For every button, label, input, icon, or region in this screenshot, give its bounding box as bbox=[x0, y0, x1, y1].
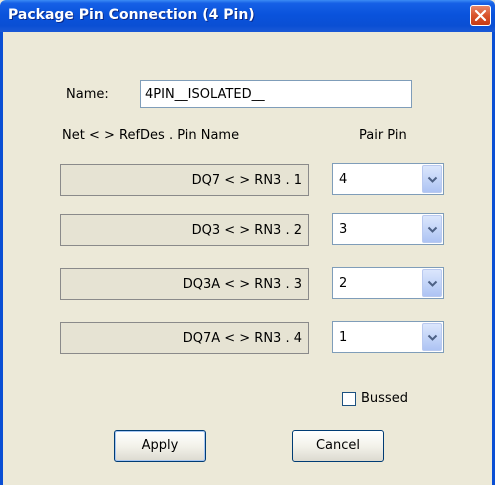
pair-pin-header: Pair Pin bbox=[359, 128, 407, 143]
title-bar[interactable]: Package Pin Connection (4 Pin) bbox=[0, 0, 495, 32]
pin-connection-label: DQ7A < > RN3 . 4 bbox=[60, 322, 309, 354]
pair-pin-select[interactable]: 3 bbox=[332, 213, 444, 245]
cancel-button[interactable]: Cancel bbox=[292, 430, 384, 462]
pair-pin-select[interactable]: 4 bbox=[332, 163, 444, 195]
dropdown-button[interactable] bbox=[422, 215, 442, 243]
chevron-down-icon bbox=[427, 176, 438, 183]
close-button[interactable] bbox=[470, 5, 491, 26]
pin-connection-label: DQ3A < > RN3 . 3 bbox=[60, 268, 309, 300]
chevron-down-icon bbox=[427, 334, 438, 341]
pair-pin-select[interactable]: 1 bbox=[332, 321, 444, 353]
pair-pin-value: 2 bbox=[339, 276, 348, 291]
pin-connection-label: DQ7 < > RN3 . 1 bbox=[60, 164, 309, 196]
dropdown-button[interactable] bbox=[422, 323, 442, 351]
window-title: Package Pin Connection (4 Pin) bbox=[8, 7, 255, 23]
pin-connection-label: DQ3 < > RN3 . 2 bbox=[60, 214, 309, 246]
window-border-left bbox=[0, 32, 3, 485]
name-label: Name: bbox=[66, 87, 109, 102]
apply-button[interactable]: Apply bbox=[114, 430, 206, 462]
pair-pin-value: 3 bbox=[339, 222, 348, 237]
close-icon bbox=[474, 9, 487, 22]
bussed-checkbox[interactable] bbox=[342, 392, 356, 406]
pair-pin-select[interactable]: 2 bbox=[332, 267, 444, 299]
dropdown-button[interactable] bbox=[422, 165, 442, 193]
dropdown-button[interactable] bbox=[422, 269, 442, 297]
chevron-down-icon bbox=[427, 280, 438, 287]
bussed-label: Bussed bbox=[361, 391, 408, 406]
dialog-window: Package Pin Connection (4 Pin) Name: Net… bbox=[0, 0, 495, 485]
chevron-down-icon bbox=[427, 226, 438, 233]
net-refdes-header: Net < > RefDes . Pin Name bbox=[62, 128, 240, 143]
pair-pin-value: 4 bbox=[339, 172, 348, 187]
name-field[interactable] bbox=[140, 80, 412, 108]
pair-pin-value: 1 bbox=[339, 330, 348, 345]
